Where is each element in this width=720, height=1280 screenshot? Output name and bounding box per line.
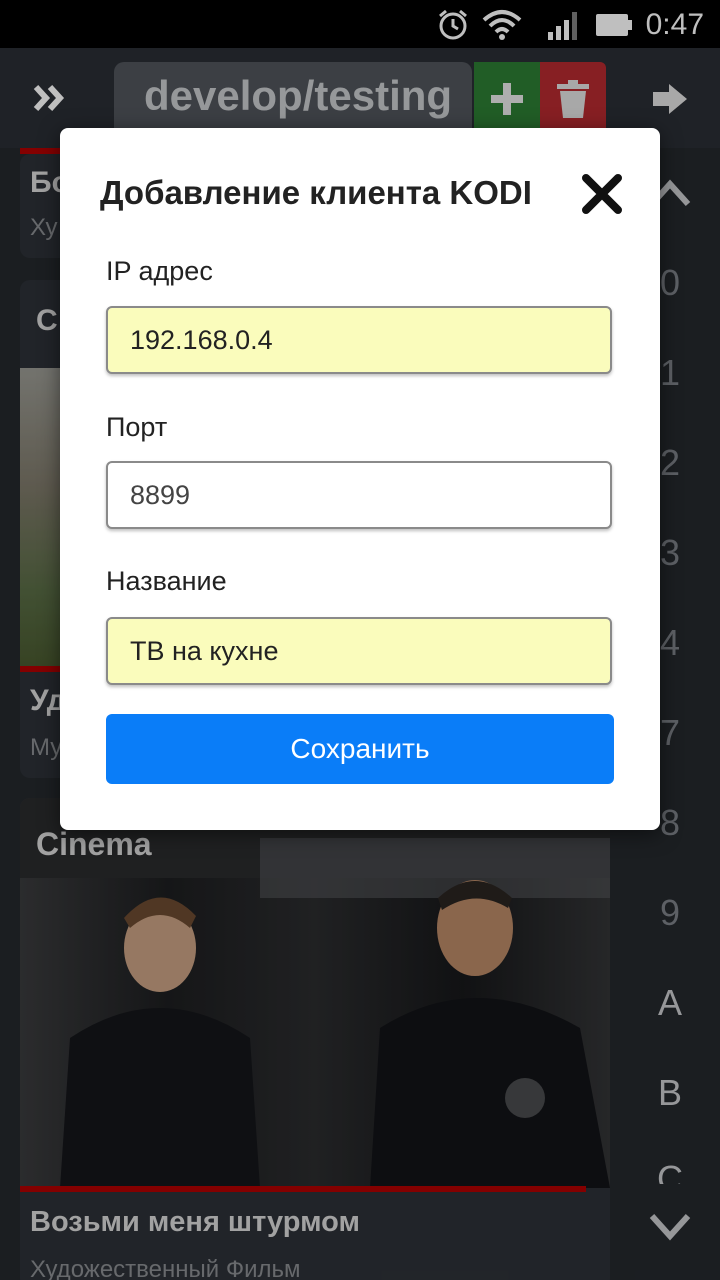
port-input[interactable]: 8899: [106, 461, 612, 529]
ip-address-input[interactable]: 192.168.0.4: [106, 306, 612, 374]
ip-label: IP адрес: [106, 256, 213, 286]
close-icon[interactable]: [580, 172, 624, 216]
add-kodi-client-dialog: Добавление клиента KODI IP адрес 192.168…: [60, 128, 660, 830]
port-value: 8899: [130, 479, 191, 510]
name-input[interactable]: ТВ на кухне: [106, 617, 612, 685]
save-button[interactable]: Сохранить: [106, 714, 614, 784]
ip-address-value: 192.168.0.4: [130, 324, 273, 355]
dialog-title: Добавление клиента KODI: [100, 174, 532, 211]
port-label: Порт: [106, 412, 168, 442]
name-label: Название: [106, 566, 227, 596]
name-value: ТВ на кухне: [130, 635, 279, 666]
